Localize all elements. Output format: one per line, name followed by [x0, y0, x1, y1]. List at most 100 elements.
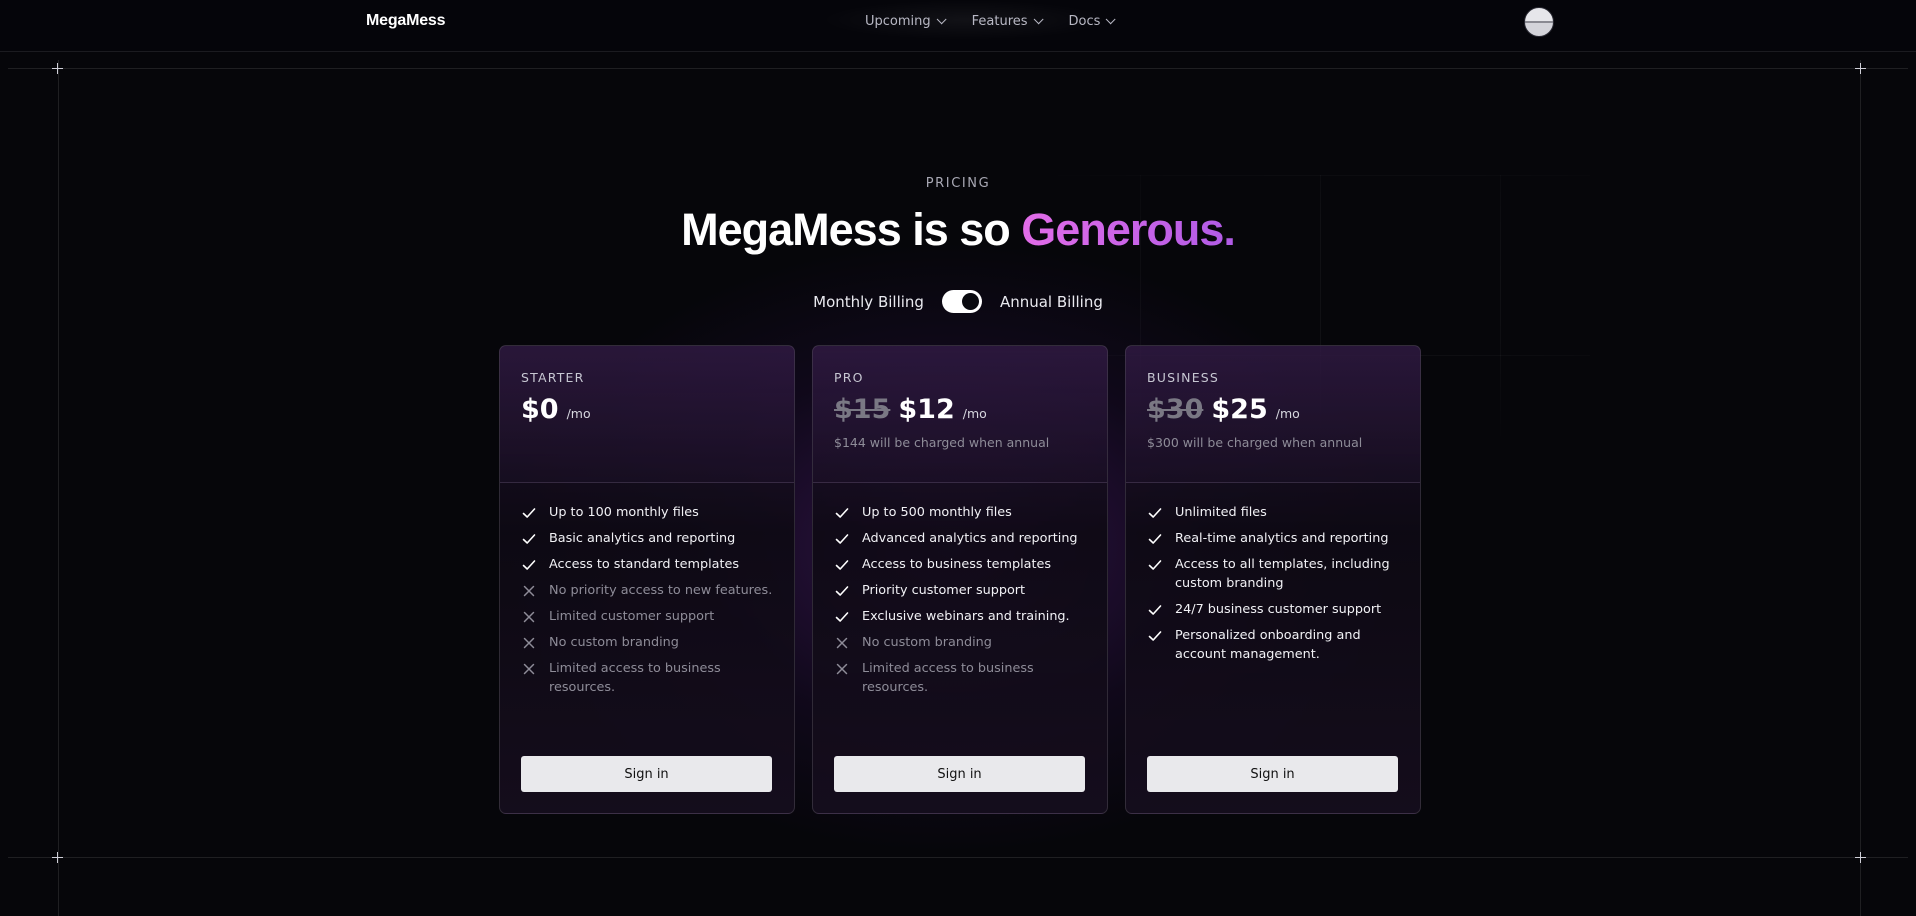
pricing-card-business: BUSINESS $30 $25/mo $300 will be charged wh…	[1125, 345, 1421, 814]
check-icon	[1147, 602, 1163, 618]
check-icon	[834, 505, 850, 521]
feature-text: Access to standard templates	[549, 557, 740, 572]
annual-billing-label: Annual Billing	[999, 292, 1103, 311]
price-period: /mo	[1275, 406, 1300, 421]
feature-item: Exclusive webinars and training.	[834, 607, 1086, 626]
x-icon	[521, 583, 537, 599]
price-period: /mo	[566, 406, 591, 421]
nav-item-label: Features	[971, 14, 1028, 29]
check-icon	[834, 583, 850, 599]
price-row: $15 $12/mo	[834, 394, 1086, 425]
frame-line-bottom	[8, 857, 1908, 858]
check-icon	[1147, 505, 1163, 521]
navbar: MegaMess Upcoming Features Docs	[0, 0, 1916, 52]
nav-menu: Upcoming Features Docs	[865, 14, 1141, 29]
plan-tier: BUSINESS	[1147, 370, 1220, 385]
nav-item-docs[interactable]: Docs	[1068, 14, 1117, 29]
plan-tier: PRO	[834, 370, 864, 385]
frame-line-top	[8, 68, 1908, 69]
feature-text: Limited access to business resources.	[549, 661, 721, 695]
feature-item: Unlimited files	[1147, 503, 1399, 522]
billing-toggle[interactable]	[941, 290, 982, 313]
annual-charge-note: $144 will be charged when annual	[834, 435, 1050, 450]
check-icon	[521, 557, 537, 573]
plus-icon	[51, 851, 64, 864]
pricing-card-pro: PRO $15 $12/mo $144 will be charged when an…	[812, 345, 1108, 814]
feature-text: Access to business templates	[862, 557, 1052, 572]
feature-item: Limited access to business resources.	[834, 659, 1086, 697]
feature-text: Real-time analytics and reporting	[1175, 531, 1389, 546]
x-icon	[521, 635, 537, 651]
feature-item: Access to all templates, including custo…	[1147, 555, 1399, 593]
nav-item-upcoming[interactable]: Upcoming	[865, 14, 947, 29]
feature-list: Unlimited files Real-time analytics and r…	[1126, 483, 1420, 664]
card-header: BUSINESS $30 $25/mo $300 will be charged wh…	[1126, 346, 1420, 483]
plan-price: $0	[521, 394, 559, 425]
feature-item: Advanced analytics and reporting	[834, 529, 1086, 548]
price-row: $0/mo	[521, 394, 773, 425]
feature-text: Up to 500 monthly files	[862, 505, 1012, 520]
x-icon	[521, 661, 537, 677]
nav-item-features[interactable]: Features	[971, 14, 1044, 29]
price-period: /mo	[962, 406, 987, 421]
feature-item: Access to standard templates	[521, 555, 773, 574]
chevron-down-icon	[936, 14, 947, 25]
toggle-knob	[961, 293, 979, 310]
billing-toggle-row: Monthly Billing Annual Billing	[0, 290, 1916, 313]
sign-in-button[interactable]: Sign in	[1147, 756, 1398, 792]
feature-text: No custom branding	[862, 635, 992, 650]
feature-item: Up to 100 monthly files	[521, 503, 773, 522]
logo[interactable]: MegaMess	[366, 12, 446, 30]
feature-list: Up to 500 monthly files Advanced analytic…	[813, 483, 1107, 697]
check-icon	[834, 609, 850, 625]
feature-text: No custom branding	[549, 635, 679, 650]
check-icon	[834, 557, 850, 573]
feature-item: No custom branding	[521, 633, 773, 652]
card-header: PRO $15 $12/mo $144 will be charged when an…	[813, 346, 1107, 483]
feature-text: Unlimited files	[1175, 505, 1267, 520]
feature-text: Basic analytics and reporting	[549, 531, 736, 546]
card-header: STARTER $0/mo	[500, 346, 794, 483]
nav-item-label: Docs	[1068, 14, 1101, 29]
plan-price: $12	[898, 394, 955, 425]
feature-item: No priority access to new features.	[521, 581, 773, 600]
check-icon	[1147, 628, 1163, 644]
feature-item: 24/7 business customer support	[1147, 600, 1399, 619]
title-accent: Generous.	[1021, 204, 1236, 255]
plus-icon	[1854, 851, 1867, 864]
feature-item: Personalized onboarding and account mana…	[1147, 626, 1399, 664]
feature-text: Up to 100 monthly files	[549, 505, 699, 520]
feature-text: Exclusive webinars and training.	[862, 609, 1070, 624]
feature-item: Limited access to business resources.	[521, 659, 773, 697]
monthly-billing-label: Monthly Billing	[813, 292, 924, 311]
plus-icon	[51, 62, 64, 75]
annual-charge-note: $300 will be charged when annual	[1147, 435, 1363, 450]
check-icon	[834, 531, 850, 547]
plan-tier: STARTER	[521, 370, 585, 385]
sign-in-button[interactable]: Sign in	[834, 756, 1085, 792]
feature-item: Basic analytics and reporting	[521, 529, 773, 548]
feature-text: Limited customer support	[549, 609, 715, 624]
feature-text: Limited access to business resources.	[862, 661, 1034, 695]
check-icon	[1147, 557, 1163, 573]
feature-item: Up to 500 monthly files	[834, 503, 1086, 522]
plus-icon	[1854, 62, 1867, 75]
x-icon	[521, 609, 537, 625]
pricing-card-starter: STARTER $0/mo Up to 100 monthly files Basic…	[499, 345, 795, 814]
chevron-down-icon	[1106, 14, 1117, 25]
old-price: $30	[1147, 394, 1204, 425]
nav-item-label: Upcoming	[865, 14, 931, 29]
feature-text: Access to all templates, including custo…	[1175, 557, 1390, 591]
section-eyebrow: PRICING	[925, 176, 991, 191]
sign-in-button[interactable]: Sign in	[521, 756, 772, 792]
x-icon	[834, 661, 850, 677]
feature-item: No custom branding	[834, 633, 1086, 652]
feature-text: No priority access to new features.	[549, 583, 773, 598]
feature-list: Up to 100 monthly files Basic analytics a…	[500, 483, 794, 697]
plan-price: $25	[1211, 394, 1268, 425]
chevron-down-icon	[1033, 14, 1044, 25]
x-icon	[834, 635, 850, 651]
feature-text: Personalized onboarding and account mana…	[1175, 628, 1361, 662]
avatar[interactable]	[1524, 7, 1554, 37]
price-row: $30 $25/mo	[1147, 394, 1399, 425]
